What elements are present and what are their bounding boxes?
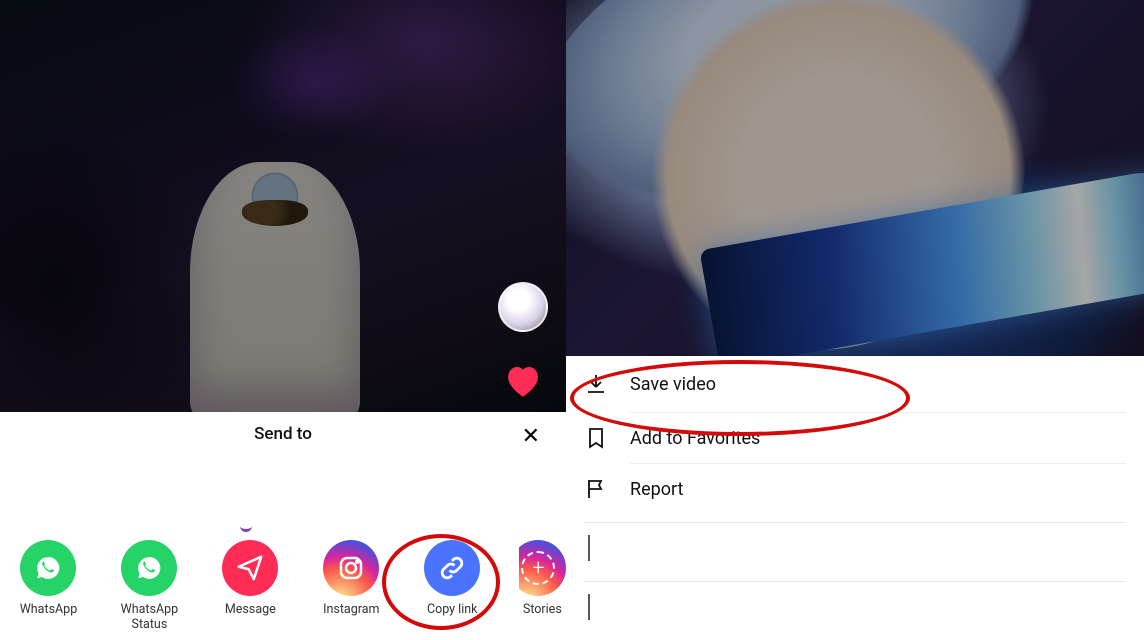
context-menu: Save video Add to Favorites Report [566,356,1144,640]
left-screenshot: Send to ✕ WhatsApp WhatsApp Status [0,0,566,640]
whatsapp-icon [20,540,76,596]
section-divider [584,581,1126,582]
close-icon: ✕ [522,424,540,449]
share-target-message[interactable]: Message [216,540,285,617]
share-target-whatsapp[interactable]: WhatsApp [14,540,83,617]
bookmark-icon [584,426,608,450]
video-preview-left[interactable] [0,0,566,412]
download-icon [584,372,608,396]
share-target-copy-link[interactable]: Copy link [418,540,487,617]
heart-icon [502,360,544,402]
video-preview-right[interactable] [566,0,1144,356]
menu-item-report[interactable]: Report [584,464,1126,514]
menu-item-add-favorites[interactable]: Add to Favorites [584,413,1126,463]
share-target-stories[interactable]: + Stories [519,540,566,617]
stories-icon: + [519,540,566,596]
share-label: Stories [523,602,562,617]
share-label: WhatsApp [20,602,78,617]
close-button[interactable]: ✕ [522,426,540,448]
share-label: Instagram [323,602,379,617]
section-divider [584,522,1126,523]
share-label: WhatsApp Status [115,602,184,632]
like-button[interactable] [502,360,544,402]
dim-overlay [0,0,566,412]
author-avatar[interactable] [498,282,548,332]
share-target-instagram[interactable]: Instagram [317,540,386,617]
share-sheet-title: Send to [0,424,566,454]
copy-link-icon [424,540,480,596]
plus-icon: + [521,551,555,585]
menu-label: Add to Favorites [630,428,760,449]
share-target-whatsapp-status[interactable]: WhatsApp Status [115,540,184,632]
share-label: Copy link [427,602,478,617]
menu-label: Report [630,479,683,500]
cursor-stub [588,594,590,620]
cursor-stub [588,535,590,561]
right-screenshot: Save video Add to Favorites Report [566,0,1144,640]
message-icon [222,540,278,596]
decorative-mark [240,522,252,532]
menu-label: Save video [630,374,716,395]
share-sheet: Send to ✕ WhatsApp WhatsApp Status [0,412,566,640]
share-label: Message [225,602,276,617]
share-targets-row: WhatsApp WhatsApp Status Message Instagr… [0,540,566,632]
flag-icon [584,477,608,501]
whatsapp-status-icon [121,540,177,596]
menu-item-save-video[interactable]: Save video [584,356,1126,412]
dim-overlay [566,0,1144,356]
instagram-icon [323,540,379,596]
